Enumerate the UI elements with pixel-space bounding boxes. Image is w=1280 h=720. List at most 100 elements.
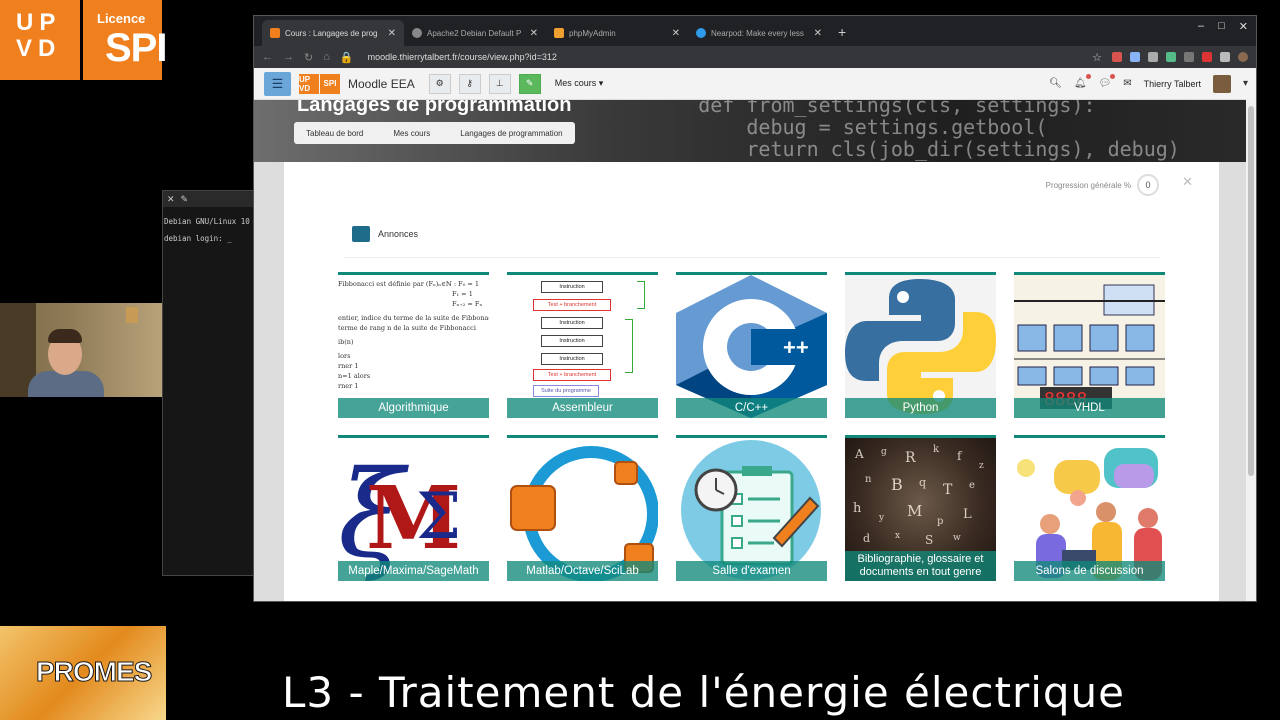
reload-icon[interactable]: ↻ — [304, 51, 313, 64]
message-badge — [1110, 74, 1116, 79]
python-logo-icon — [845, 279, 996, 414]
tile-salons[interactable]: Salons de discussion — [1014, 435, 1165, 581]
search-icon[interactable]: 🔍︎ — [1049, 78, 1062, 89]
tile-algorithmique[interactable]: Fibbonacci est définie par (Fₙ)ₙ∈ℕ : F₀ … — [338, 272, 489, 418]
tab-cours[interactable]: Cours : Langages de prog ✕ — [262, 20, 404, 46]
profile-avatar[interactable] — [1238, 52, 1248, 62]
extension-icon[interactable] — [1202, 52, 1212, 62]
tile-label: Assembleur — [507, 398, 658, 418]
promes-label: PROMES — [35, 656, 152, 688]
algo-text: n=1 alors — [338, 372, 371, 380]
tab-nearpod[interactable]: Nearpod: Make every less ✕ — [688, 20, 830, 46]
tile-maple[interactable]: ξ M Σ Maple/Maxima/SageMath — [338, 435, 489, 581]
site-name[interactable]: Moodle EEA — [348, 77, 415, 91]
bookmark-star-icon[interactable]: ☆ — [1092, 51, 1102, 64]
forward-icon[interactable]: → — [283, 51, 294, 63]
octave-logo-icon — [510, 446, 658, 581]
url-field[interactable]: moodle.thierrytalbert.fr/course/view.php… — [364, 52, 1083, 62]
svg-text:f: f — [957, 449, 963, 463]
asm-box: Instruction — [541, 281, 603, 293]
settings-cog-button[interactable]: ⚙ — [428, 73, 451, 94]
webcam-feed — [0, 303, 162, 397]
algo-text: Fₙ₊₂ = Fₙ — [452, 300, 483, 308]
back-icon[interactable]: ← — [262, 51, 273, 63]
pin-icon[interactable]: ✎ — [181, 194, 189, 205]
page-scrollbar[interactable] — [1246, 98, 1256, 601]
key-button[interactable]: ⚷ — [458, 73, 481, 94]
tab-label: Cours : Langages de prog — [285, 28, 378, 38]
moodle-site-logo[interactable]: UP VD SPI — [299, 73, 340, 94]
tab-apache[interactable]: Apache2 Debian Default P ✕ — [404, 20, 546, 46]
maximize-icon[interactable]: □ — [1218, 20, 1225, 33]
spi-label: SPI — [105, 26, 167, 70]
close-icon[interactable]: ✕ — [167, 194, 175, 205]
mes-cours-label: Mes cours — [554, 78, 597, 88]
tile-bibliographie[interactable]: Ag Rk fz nB qT eh yM pL dx Sw Bibliograp… — [845, 435, 996, 581]
tile-label: Algorithmique — [338, 398, 489, 418]
close-icon[interactable]: ✕ — [814, 28, 822, 39]
tile-salle-examen[interactable]: Salle d'examen — [676, 435, 827, 581]
tab-label: phpMyAdmin — [569, 28, 616, 38]
extension-icon[interactable] — [1184, 52, 1194, 62]
close-icon[interactable]: ✕ — [1182, 174, 1193, 190]
svg-text:B: B — [891, 475, 903, 494]
edit-icon: ✎ — [525, 78, 534, 88]
close-icon[interactable]: ✕ — [388, 28, 396, 39]
tile-image: ++ — [676, 275, 827, 418]
drawer-toggle-button[interactable]: ☰ — [264, 71, 291, 96]
close-icon[interactable]: ✕ — [530, 28, 538, 39]
extension-icon[interactable] — [1130, 52, 1140, 62]
minimize-icon[interactable]: – — [1198, 20, 1204, 33]
svg-text:z: z — [979, 461, 984, 471]
scrollbar-thumb[interactable] — [1248, 106, 1254, 476]
tile-assembleur[interactable]: Instruction Test + branchement Instructi… — [507, 272, 658, 418]
extension-icon[interactable] — [1148, 52, 1158, 62]
new-tab-button[interactable]: + — [830, 24, 854, 46]
svg-text:d: d — [863, 532, 870, 545]
logo-letter: V — [16, 35, 39, 62]
extension-icon[interactable] — [1220, 52, 1230, 62]
edit-mode-button[interactable]: ✎ — [518, 73, 541, 94]
course-header: def from_settings(cls, settings): debug … — [254, 100, 1256, 162]
annonces-row[interactable]: Annonces — [344, 210, 1160, 258]
page-title: Langages de programmation — [297, 100, 572, 116]
discussion-people-image — [1017, 448, 1162, 580]
mes-cours-dropdown[interactable]: Mes cours ▾ — [555, 78, 604, 89]
caret-down-icon[interactable]: ▾ — [1243, 78, 1248, 89]
extension-icon[interactable] — [1166, 52, 1176, 62]
tab-bar: Cours : Langages de prog ✕ Apache2 Debia… — [254, 16, 1256, 46]
tile-matlab[interactable]: Matlab/Octave/SciLab — [507, 435, 658, 581]
tile-image — [1014, 438, 1165, 581]
window-controls: – □ ✕ — [1198, 20, 1248, 33]
notifications-icon[interactable]: 🔔︎ — [1074, 74, 1091, 89]
tile-vhdl[interactable]: 8888 VHDL — [1014, 272, 1165, 418]
notification-badge — [1085, 74, 1091, 79]
tab-label: Apache2 Debian Default P — [427, 28, 522, 38]
course-page: def from_settings(cls, settings): debug … — [254, 100, 1256, 601]
breadcrumb-item[interactable]: Langages de programmation — [460, 129, 562, 138]
messages-icon[interactable]: 💬︎ — [1099, 74, 1116, 89]
breadcrumb-item[interactable]: Tableau de bord — [306, 129, 363, 138]
caret-down-icon: ▾ — [598, 78, 604, 88]
svg-text:g: g — [881, 447, 887, 457]
breadcrumb-item[interactable]: Mes cours — [393, 129, 430, 138]
upvd-licence-spi-logo: UP D VD Licence SPI — [0, 0, 167, 80]
tile-label: Bibliographie, glossaire et documents en… — [845, 551, 996, 581]
extension-icon[interactable] — [1112, 52, 1122, 62]
user-avatar[interactable] — [1212, 74, 1231, 93]
tile-python[interactable]: Python — [845, 272, 996, 418]
tile-image: ξ M Σ — [338, 438, 489, 581]
terminal-header: ✕ ✎ — [163, 191, 253, 207]
cogs-icon: ⚙ — [435, 78, 444, 88]
maple-logo-icon: ξ M Σ — [338, 446, 461, 581]
user-name[interactable]: Thierry Talbert — [1144, 79, 1201, 89]
sitemap-button[interactable]: ⊥ — [488, 73, 511, 94]
tab-phpmyadmin[interactable]: phpMyAdmin ✕ — [546, 20, 688, 46]
svg-text:p: p — [937, 516, 943, 527]
moodle-navbar: ☰ UP VD SPI Moodle EEA ⚙ ⚷ ⊥ ✎ Mes cours… — [254, 68, 1256, 100]
home-icon[interactable]: ⌂ — [323, 51, 330, 63]
tile-cpp[interactable]: ++ C/C++ — [676, 272, 827, 418]
mail-icon[interactable]: ✉ — [1123, 78, 1131, 89]
close-icon[interactable]: ✕ — [672, 28, 680, 39]
close-window-icon[interactable]: ✕ — [1239, 20, 1248, 33]
